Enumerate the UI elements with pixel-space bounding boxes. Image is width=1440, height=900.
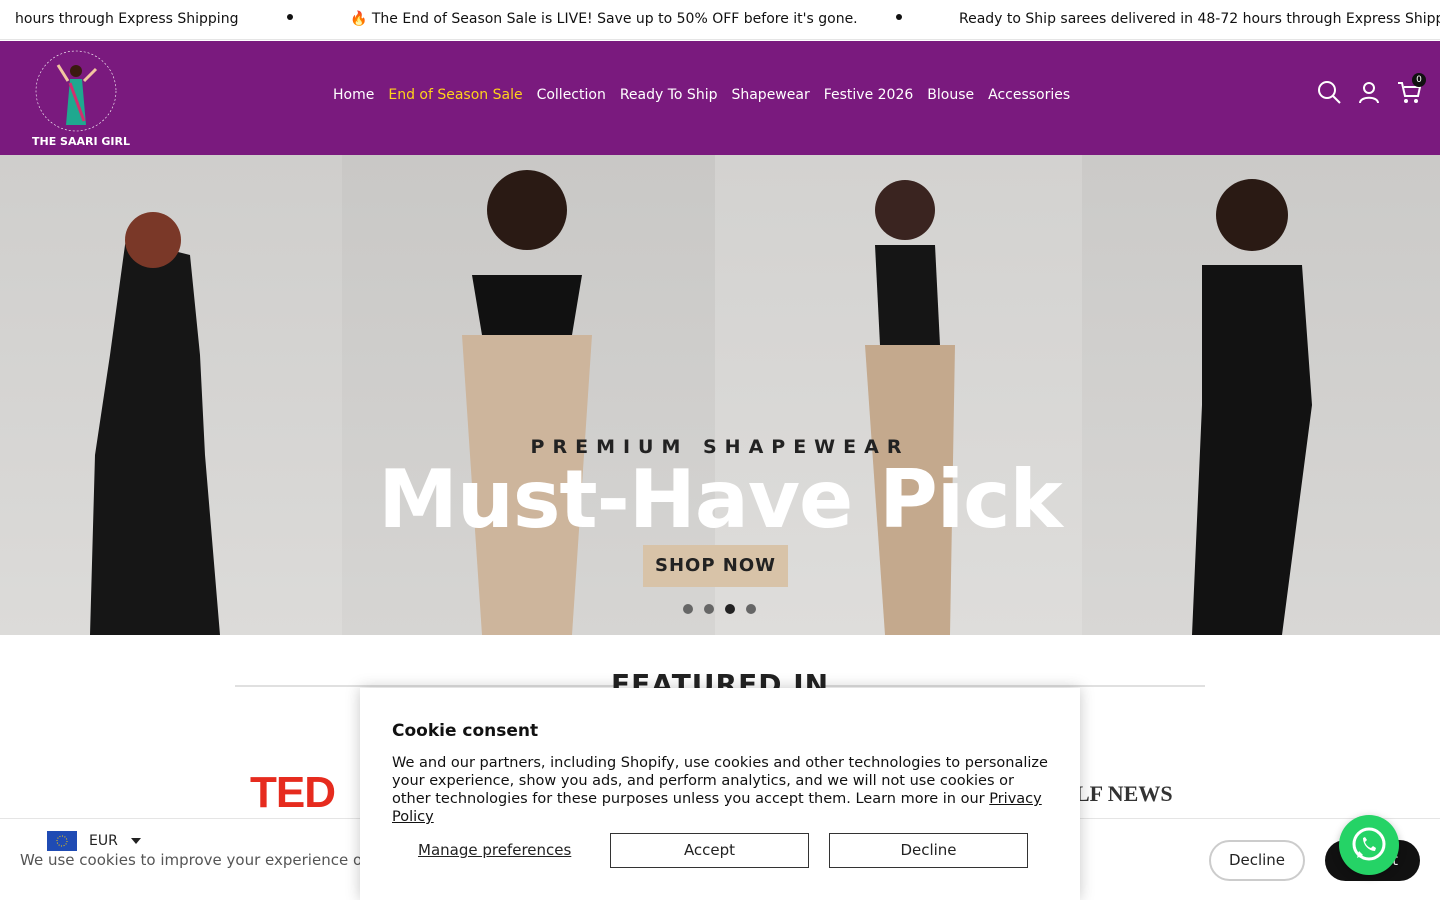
nav-item-ready-to-ship[interactable]: Ready To Ship: [620, 87, 718, 103]
chevron-down-icon: [130, 838, 141, 844]
announcement-text: Ready to Ship sarees delivered in 48-72 …: [959, 11, 1440, 27]
slider-dot[interactable]: [746, 604, 756, 614]
nav-item-sale[interactable]: End of Season Sale: [388, 87, 522, 103]
nav-item-blouse[interactable]: Blouse: [927, 87, 974, 103]
header-actions: 0: [1316, 73, 1426, 105]
nav-item-accessories[interactable]: Accessories: [988, 87, 1070, 103]
nav-item-festive[interactable]: Festive 2026: [824, 87, 914, 103]
announcement-text: hours through Express Shipping: [15, 11, 239, 27]
whatsapp-icon: [1352, 827, 1386, 861]
separator-dot: [896, 14, 902, 20]
user-icon[interactable]: [1356, 79, 1382, 105]
cart-icon[interactable]: 0: [1396, 73, 1426, 105]
currency-selector[interactable]: EUR: [47, 831, 142, 851]
cookie-bar-decline-button[interactable]: Decline: [1209, 840, 1305, 881]
cart-count-badge: 0: [1412, 73, 1426, 87]
announcement-text: 🔥 The End of Season Sale is LIVE! Save u…: [350, 11, 858, 27]
whatsapp-chat-button[interactable]: [1339, 815, 1399, 875]
brand-logo[interactable]: THE SAARI GIRL: [30, 47, 130, 149]
gulf-news-logo: LF NEWS: [1075, 781, 1173, 806]
manage-preferences-link[interactable]: Manage preferences: [418, 841, 571, 859]
cookie-bar-text: We use cookies to improve your experienc…: [20, 851, 386, 869]
slider-dots: [683, 604, 756, 614]
hero-model-image: [0, 155, 342, 635]
slider-dot-active[interactable]: [725, 604, 735, 614]
cookie-consent-modal: Cookie consent We and our partners, incl…: [360, 688, 1080, 900]
hero-title: Must-Have Pick: [378, 453, 1063, 546]
ted-logo: TED: [250, 768, 336, 817]
slider-dot[interactable]: [704, 604, 714, 614]
announcement-bar: hours through Express Shipping 🔥 The End…: [0, 0, 1440, 40]
separator-dot: [287, 14, 293, 20]
eu-flag-icon: [47, 831, 77, 851]
shop-now-button[interactable]: SHOP NOW: [643, 545, 788, 587]
decline-button[interactable]: Decline: [829, 833, 1028, 868]
cookie-consent-title: Cookie consent: [392, 721, 539, 741]
site-header: THE SAARI GIRL Home End of Season Sale C…: [0, 41, 1440, 155]
nav-item-home[interactable]: Home: [333, 87, 374, 103]
accept-button[interactable]: Accept: [610, 833, 809, 868]
search-icon[interactable]: [1316, 79, 1342, 105]
currency-label: EUR: [89, 833, 118, 849]
nav-item-collection[interactable]: Collection: [537, 87, 606, 103]
cookie-consent-text: We and our partners, including Shopify, …: [392, 755, 1048, 807]
hero-model-image: [1082, 155, 1440, 635]
main-nav: Home End of Season Sale Collection Ready…: [333, 87, 1084, 103]
slider-dot[interactable]: [683, 604, 693, 614]
logo-text: THE SAARI GIRL: [32, 135, 130, 148]
cookie-consent-body: We and our partners, including Shopify, …: [392, 754, 1052, 826]
nav-item-shapewear[interactable]: Shapewear: [731, 87, 809, 103]
hero-banner[interactable]: PREMIUM SHAPEWEAR Must-Have Pick SHOP NO…: [0, 155, 1440, 635]
